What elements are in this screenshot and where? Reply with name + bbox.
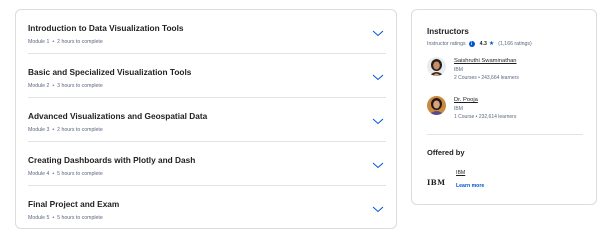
module-divider: [28, 185, 386, 186]
offered-by-heading: Offered by: [427, 148, 465, 157]
module-meta: Module 5 • 5 hours to complete: [28, 215, 103, 221]
instructor-stats: 1 Course • 232,614 learners: [454, 114, 517, 120]
instructor-org: IBM: [454, 67, 463, 73]
chevron-down-icon[interactable]: [372, 72, 384, 82]
module-divider: [28, 53, 386, 54]
chevron-down-icon[interactable]: [372, 160, 384, 170]
partner-name-link[interactable]: IBM: [456, 170, 465, 176]
instructor-name-link[interactable]: Dr. Pooja: [454, 97, 478, 103]
syllabus-module-list: Introduction to Data Visualization Tools…: [15, 9, 397, 229]
star-icon: ★: [488, 41, 495, 47]
chevron-down-icon[interactable]: [372, 204, 384, 214]
learn-more-link[interactable]: Learn more: [456, 183, 484, 189]
module-item-4[interactable]: Creating Dashboards with Plotly and Dash…: [28, 145, 386, 189]
ibm-logo: IBM: [427, 178, 446, 187]
instructor-org: IBM: [454, 106, 463, 112]
module-divider: [28, 97, 386, 98]
chevron-down-icon[interactable]: [372, 28, 384, 38]
info-icon[interactable]: i: [468, 40, 475, 47]
instructors-heading: Instructors: [427, 27, 469, 36]
module-divider: [28, 141, 386, 142]
ratings-label: Instructor ratings: [427, 40, 466, 47]
chevron-down-icon[interactable]: [372, 116, 384, 126]
module-item-2[interactable]: Basic and Specialized Visualization Tool…: [28, 57, 386, 101]
module-item-5[interactable]: Final Project and Exam Module 5 • 5 hours …: [28, 189, 386, 233]
module-title: Creating Dashboards with Plotly and Dash: [28, 155, 196, 165]
module-meta: Module 4 • 5 hours to complete: [28, 171, 103, 177]
module-meta: Module 1 • 2 hours to complete: [28, 39, 103, 45]
rating-value: 4.3: [479, 40, 487, 47]
module-meta: Module 2 • 3 hours to complete: [28, 83, 103, 89]
instructor-name-link[interactable]: Saishruthi Swaminathan: [454, 58, 517, 64]
module-item-3[interactable]: Advanced Visualizations and Geospatial D…: [28, 101, 386, 145]
avatar[interactable]: [427, 57, 446, 76]
module-title: Introduction to Data Visualization Tools: [28, 23, 184, 33]
instructor-stats: 2 Courses • 243,664 learners: [454, 75, 519, 81]
module-meta: Module 3 • 2 hours to complete: [28, 127, 103, 133]
instructor-ratings: Instructor ratings i 4.3 ★ (1,166 rating…: [427, 40, 532, 47]
instructor-item: Saishruthi Swaminathan IBM 2 Courses • 2…: [427, 57, 587, 83]
instructor-item: Dr. Pooja IBM 1 Course • 232,614 learner…: [427, 96, 587, 122]
rating-count: (1,166 ratings): [498, 40, 532, 47]
module-title: Final Project and Exam: [28, 199, 120, 209]
module-title: Basic and Specialized Visualization Tool…: [28, 67, 192, 77]
module-item-1[interactable]: Introduction to Data Visualization Tools…: [28, 13, 386, 57]
instructors-panel: Instructors Instructor ratings i 4.3 ★ (…: [411, 9, 597, 205]
avatar[interactable]: [427, 96, 446, 115]
module-title: Advanced Visualizations and Geospatial D…: [28, 111, 208, 121]
panel-divider: [427, 134, 583, 135]
